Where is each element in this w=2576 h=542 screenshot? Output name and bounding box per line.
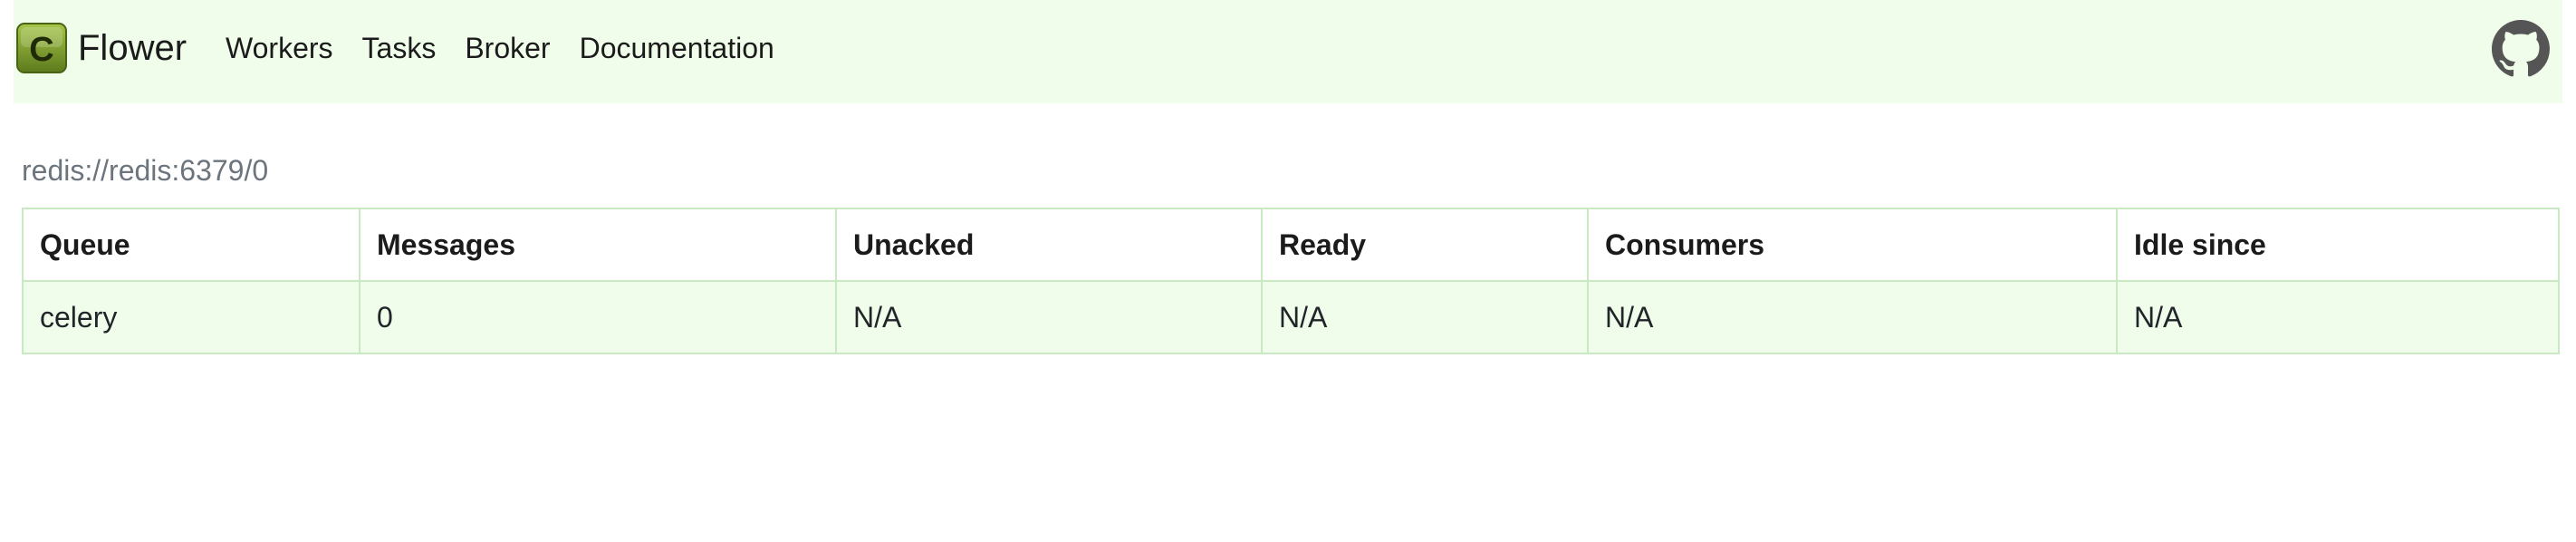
header-queue[interactable]: Queue	[22, 208, 360, 282]
cell-messages: 0	[359, 280, 837, 354]
queues-table: Queue Messages Unacked Ready Consumers I…	[22, 208, 2560, 354]
header-unacked[interactable]: Unacked	[835, 208, 1263, 282]
cell-consumers: N/A	[1587, 280, 2118, 354]
cell-idle-since: N/A	[2116, 280, 2560, 354]
cell-ready: N/A	[1261, 280, 1589, 354]
celery-logo-icon: C	[16, 23, 67, 73]
brand-link[interactable]: C Flower	[16, 23, 187, 73]
nav-link-workers[interactable]: Workers	[226, 26, 333, 70]
nav-links: Workers Tasks Broker Documentation	[226, 26, 774, 70]
nav-link-broker[interactable]: Broker	[465, 26, 550, 70]
header-ready[interactable]: Ready	[1261, 208, 1589, 282]
github-icon[interactable]	[2492, 20, 2550, 78]
header-idle-since[interactable]: Idle since	[2116, 208, 2560, 282]
navbar: C Flower Workers Tasks Broker Documentat…	[14, 0, 2562, 103]
table-row: celery 0 N/A N/A N/A N/A	[22, 280, 2560, 354]
nav-link-tasks[interactable]: Tasks	[362, 26, 437, 70]
cell-unacked: N/A	[835, 280, 1263, 354]
nav-link-documentation[interactable]: Documentation	[580, 26, 774, 70]
table-header-row: Queue Messages Unacked Ready Consumers I…	[22, 208, 2560, 282]
svg-text:C: C	[29, 31, 53, 69]
header-messages[interactable]: Messages	[359, 208, 837, 282]
broker-url: redis://redis:6379/0	[22, 154, 269, 187]
brand-title: Flower	[78, 28, 187, 68]
header-consumers[interactable]: Consumers	[1587, 208, 2118, 282]
cell-queue-name[interactable]: celery	[22, 280, 360, 354]
